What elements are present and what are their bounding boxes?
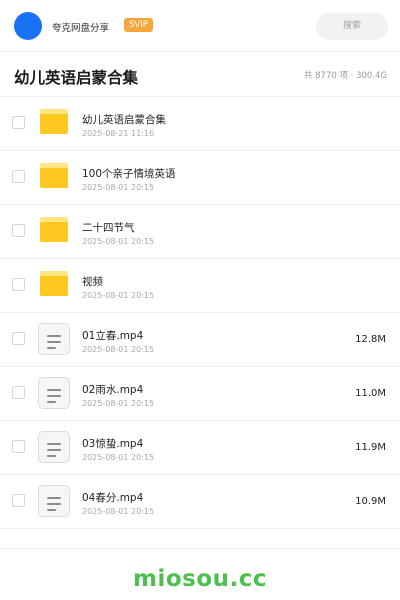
- footer-divider: [0, 548, 400, 549]
- folder-icon: [40, 217, 68, 242]
- file-name: 02雨水.mp4: [82, 384, 144, 396]
- top-bar: 夸克网盘分享 SVIP 搜索: [0, 0, 400, 52]
- file-list: 幼儿英语启蒙合集 2025-08-21 11:16 100个亲子情境英语 202…: [0, 97, 400, 529]
- folder-meta: 共 8770 项 · 300.4G: [303, 71, 387, 81]
- select-checkbox[interactable]: [12, 170, 25, 183]
- video-file-icon: [38, 323, 70, 355]
- select-checkbox[interactable]: [12, 386, 25, 399]
- file-name: 03惊蛰.mp4: [82, 438, 144, 450]
- file-date: 2025-08-01 20:15: [82, 291, 155, 300]
- list-item[interactable]: 01立春.mp4 2025-08-01 20:15 12.8M: [0, 313, 400, 367]
- page-title: 幼儿英语启蒙合集: [14, 69, 139, 87]
- folder-title-bar: 幼儿英语启蒙合集 共 8770 项 · 300.4G: [0, 53, 400, 97]
- file-name: 二十四节气: [82, 222, 135, 234]
- watermark: miosou.cc: [132, 566, 268, 592]
- list-item[interactable]: 幼儿英语启蒙合集 2025-08-21 11:16: [0, 97, 400, 151]
- file-size: 12.8M: [355, 334, 386, 345]
- select-checkbox[interactable]: [12, 332, 25, 345]
- file-name: 视频: [82, 276, 103, 288]
- file-date: 2025-08-21 11:16: [82, 129, 155, 138]
- list-item[interactable]: 03惊蛰.mp4 2025-08-01 20:15 11.9M: [0, 421, 400, 475]
- video-file-icon: [38, 431, 70, 463]
- search-button[interactable]: 搜索: [316, 13, 388, 40]
- file-size: 10.9M: [355, 496, 386, 507]
- file-date: 2025-08-01 20:15: [82, 453, 155, 462]
- video-file-icon: [38, 377, 70, 409]
- select-checkbox[interactable]: [12, 494, 25, 507]
- app-name: 夸克网盘分享: [52, 23, 110, 34]
- select-checkbox[interactable]: [12, 278, 25, 291]
- file-name: 01立春.mp4: [82, 330, 144, 342]
- svip-badge: SVIP: [124, 18, 153, 32]
- list-item[interactable]: 二十四节气 2025-08-01 20:15: [0, 205, 400, 259]
- select-checkbox[interactable]: [12, 224, 25, 237]
- select-checkbox[interactable]: [12, 116, 25, 129]
- file-date: 2025-08-01 20:15: [82, 399, 155, 408]
- list-item[interactable]: 100个亲子情境英语 2025-08-01 20:15: [0, 151, 400, 205]
- video-file-icon: [38, 485, 70, 517]
- file-size: 11.0M: [355, 388, 386, 399]
- file-date: 2025-08-01 20:15: [82, 345, 155, 354]
- file-date: 2025-08-01 20:15: [82, 237, 155, 246]
- list-item[interactable]: 视频 2025-08-01 20:15: [0, 259, 400, 313]
- list-item[interactable]: 04春分.mp4 2025-08-01 20:15 10.9M: [0, 475, 400, 529]
- file-date: 2025-08-01 20:15: [82, 183, 155, 192]
- folder-icon: [40, 163, 68, 188]
- file-name: 100个亲子情境英语: [82, 168, 176, 180]
- list-item[interactable]: 02雨水.mp4 2025-08-01 20:15 11.0M: [0, 367, 400, 421]
- file-name: 04春分.mp4: [82, 492, 144, 504]
- avatar[interactable]: [14, 12, 42, 40]
- file-size: 11.9M: [355, 442, 386, 453]
- folder-icon: [40, 109, 68, 134]
- file-date: 2025-08-01 20:15: [82, 507, 155, 516]
- select-checkbox[interactable]: [12, 440, 25, 453]
- folder-icon: [40, 271, 68, 296]
- file-name: 幼儿英语启蒙合集: [82, 114, 166, 126]
